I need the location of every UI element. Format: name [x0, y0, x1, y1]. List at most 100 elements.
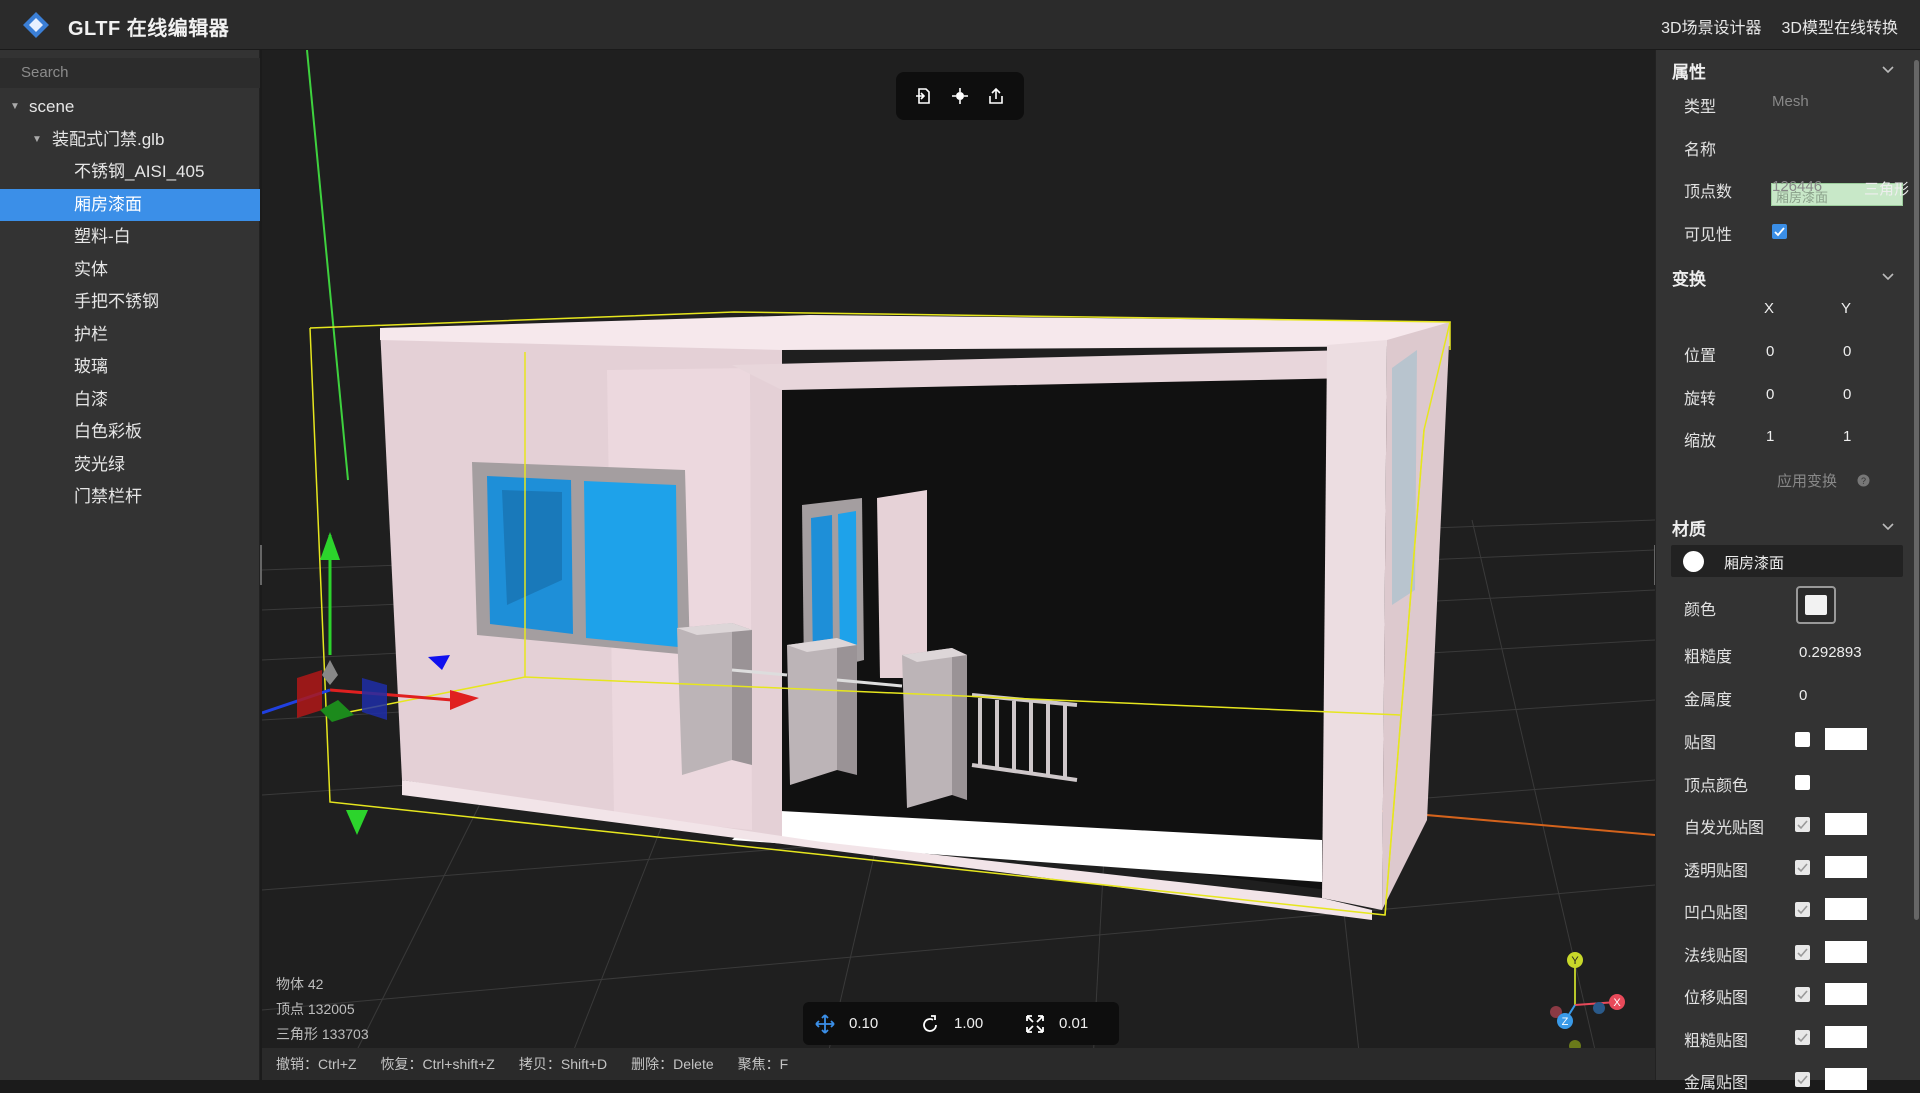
tree-node[interactable]: 玻璃 [0, 351, 260, 384]
section-material-title: 材质 [1672, 520, 1706, 539]
map-label: 透明贴图 [1684, 862, 1749, 880]
position-label: 位置 [1684, 348, 1717, 365]
map-checkbox[interactable] [1795, 817, 1810, 832]
position-y-input[interactable]: 0 [1843, 343, 1851, 360]
material-selector[interactable]: 厢房漆面 [1671, 545, 1903, 577]
visible-label: 可见性 [1684, 227, 1733, 244]
apply-transform-button[interactable]: 应用变换 [1777, 470, 1837, 491]
column-x-header: X [1764, 300, 1775, 317]
tree-node-label: 白色彩板 [74, 422, 142, 441]
roughness-input[interactable]: 0.292893 [1799, 644, 1862, 661]
import-icon[interactable] [912, 84, 936, 108]
map-texture-slot[interactable] [1825, 983, 1867, 1005]
export-icon[interactable] [984, 84, 1008, 108]
tree-node-label: 厢房漆面 [74, 194, 142, 214]
search-input[interactable]: Search [0, 58, 260, 88]
map-texture-slot[interactable] [1825, 940, 1867, 963]
tree-node[interactable]: ▼ scene [0, 91, 260, 124]
help-icon[interactable]: ? [1857, 474, 1870, 487]
caret-down-icon[interactable]: ▼ [10, 91, 20, 124]
tree-node[interactable]: 白色彩板 [0, 416, 260, 449]
snap-translate[interactable]: 0.10 [815, 1002, 878, 1045]
tree-node[interactable]: ▼ 装配式门禁.glb [0, 124, 260, 157]
snap-toolbar: 0.10 1.00 0.01 [803, 1002, 1119, 1045]
tree-node[interactable]: 手把不锈钢 [0, 286, 260, 319]
color-swatch[interactable] [1796, 586, 1836, 624]
map-checkbox[interactable] [1795, 944, 1810, 960]
svg-text:?: ? [1861, 476, 1866, 486]
tree-node[interactable]: 塑料-白 [0, 221, 260, 254]
tree-node[interactable]: 白漆 [0, 384, 260, 417]
column-y-header: Y [1841, 300, 1852, 317]
map-texture-slot[interactable] [1825, 1068, 1867, 1090]
map-label: 顶点颜色 [1684, 777, 1749, 795]
tree-node-label: 手把不锈钢 [74, 292, 159, 311]
metalness-label: 金属度 [1684, 692, 1733, 709]
tree-node-label: 装配式门禁.glb [52, 129, 165, 149]
map-checkbox[interactable] [1795, 859, 1810, 875]
metalness-input[interactable]: 0 [1799, 687, 1807, 704]
scale-x-input[interactable]: 1 [1766, 428, 1774, 445]
snap-scale[interactable]: 0.01 [1025, 1002, 1088, 1045]
link-model-converter[interactable]: 3D模型在线转换 [1782, 14, 1898, 38]
map-label: 金属贴图 [1684, 1075, 1749, 1092]
tree-node[interactable]: 荧光绿 [0, 449, 260, 482]
type-label: 类型 [1684, 99, 1717, 116]
map-texture-slot[interactable] [1825, 813, 1867, 835]
map-checkbox[interactable] [1795, 902, 1810, 917]
3d-viewport[interactable]: 物体 42 顶点 132005 三角形 133703 0.10 1.00 0.0… [262, 50, 1655, 1080]
hint-copy: 拷贝：Shift+D [518, 1056, 608, 1072]
viewport-toolbar [896, 72, 1024, 120]
focus-icon[interactable] [948, 84, 972, 108]
map-texture-slot[interactable] [1825, 855, 1867, 878]
move-icon [815, 1013, 835, 1034]
caret-down-icon[interactable]: ▼ [32, 124, 42, 157]
tree-node[interactable]: 护栏 [0, 319, 260, 352]
material-color-dot [1683, 551, 1704, 572]
scene-canvas[interactable] [262, 50, 1655, 1080]
roughness-label: 粗糙度 [1684, 649, 1733, 666]
chevron-down-icon[interactable] [1881, 62, 1895, 76]
panel-scrollbar[interactable] [1914, 60, 1919, 920]
tree-node[interactable]: 不锈钢_AISI_405 [0, 156, 260, 189]
chevron-down-icon[interactable] [1881, 519, 1895, 533]
vertices-count: 顶点 132005 [276, 1001, 355, 1017]
name-label: 名称 [1684, 142, 1717, 159]
rotate-icon [923, 1014, 937, 1032]
visible-checkbox[interactable] [1772, 224, 1787, 239]
snap-rotate[interactable]: 1.00 [920, 1002, 983, 1045]
tree-node[interactable]: 实体 [0, 254, 260, 287]
scene-tree: ▼ scene ▼ 装配式门禁.glb 不锈钢_AISI_405 厢房漆面塑料-白实体手把… [0, 91, 260, 514]
map-texture-slot[interactable] [1825, 1025, 1867, 1048]
rotation-x-input[interactable]: 0 [1766, 386, 1774, 403]
tree-node[interactable]: 门禁栏杆 [0, 481, 260, 514]
section-properties-title: 属性 [1672, 63, 1706, 82]
rotation-label: 旋转 [1684, 391, 1717, 408]
map-checkbox[interactable] [1795, 1029, 1810, 1045]
tree-node-label: 不锈钢_AISI_405 [74, 162, 205, 181]
tree-node[interactable]: 厢房漆面 [0, 188, 260, 221]
top-links: 3D场景设计器 3D模型在线转换 [1661, 14, 1898, 38]
map-texture-slot[interactable] [1825, 728, 1867, 750]
map-checkbox[interactable] [1795, 987, 1810, 1002]
map-label: 贴图 [1684, 735, 1717, 752]
material-name: 厢房漆面 [1724, 555, 1785, 572]
tree-node-label: 门禁栏杆 [74, 487, 142, 506]
chevron-down-icon[interactable] [1881, 269, 1895, 283]
shortcut-hints: 撤销：Ctrl+Z 恢复：Ctrl+shift+Z 拷贝：Shift+D 删除：… [262, 1048, 1655, 1080]
map-checkbox[interactable] [1795, 732, 1810, 747]
map-texture-slot[interactable] [1825, 898, 1867, 920]
tree-node-label: 实体 [74, 259, 108, 279]
map-checkbox[interactable] [1795, 774, 1810, 790]
rotation-y-input[interactable]: 0 [1843, 386, 1851, 403]
app-title: GLTF 在线编辑器 [68, 18, 230, 40]
hint-delete: 删除：Delete [631, 1056, 714, 1072]
top-bar: GLTF 在线编辑器 3D场景设计器 3D模型在线转换 [0, 0, 1920, 50]
axis-helper[interactable]: Y Z X [1532, 950, 1642, 1060]
scale-y-input[interactable]: 1 [1843, 428, 1851, 445]
link-scene-designer[interactable]: 3D场景设计器 [1661, 14, 1761, 38]
color-label: 颜色 [1684, 602, 1717, 619]
tree-node-label: 白漆 [74, 389, 108, 409]
position-x-input[interactable]: 0 [1766, 343, 1774, 360]
hint-redo: 恢复：Ctrl+shift+Z [380, 1056, 495, 1072]
